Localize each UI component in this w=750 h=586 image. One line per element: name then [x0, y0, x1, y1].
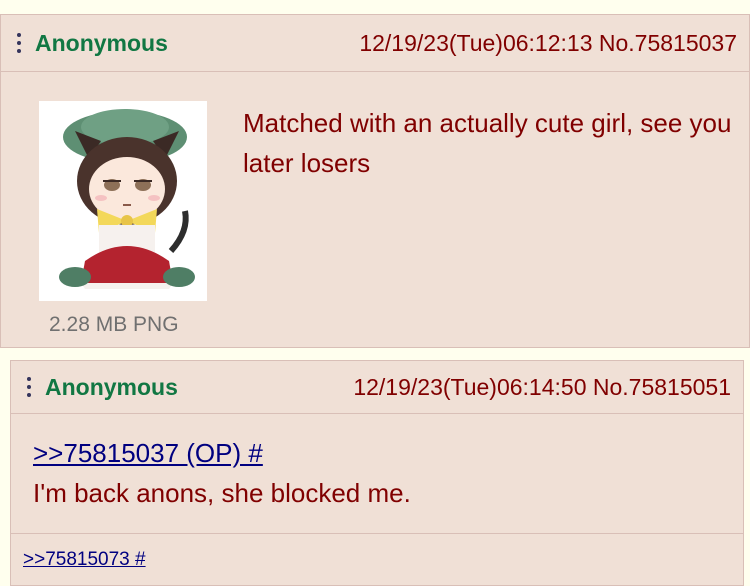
- file-info: 2.28 MB PNG: [49, 313, 179, 336]
- poster-name: Anonymous: [45, 373, 178, 400]
- post-header: Anonymous 12/19/23(Tue)06:12:13 No.75815…: [1, 15, 749, 72]
- post-datetime: 12/19/23(Tue)06:14:50: [353, 373, 587, 400]
- backlinks: >>75815073 #: [11, 533, 743, 585]
- backlink[interactable]: >>75815073 #: [23, 549, 146, 571]
- post-meta: 12/19/23(Tue)06:14:50 No.75815051: [353, 374, 731, 401]
- post-number[interactable]: No.75815037: [599, 30, 737, 56]
- post-thumbnail-image[interactable]: [39, 101, 207, 301]
- op-post: Anonymous 12/19/23(Tue)06:12:13 No.75815…: [0, 14, 750, 348]
- post-number[interactable]: No.75815051: [593, 374, 731, 400]
- chibi-cat-girl-illustration: [59, 109, 195, 289]
- poster-name: Anonymous: [35, 29, 168, 56]
- post-meta: 12/19/23(Tue)06:12:13 No.75815037: [359, 30, 737, 57]
- reply-post: Anonymous 12/19/23(Tue)06:14:50 No.75815…: [10, 360, 744, 586]
- post-message: I'm back anons, she blocked me.: [33, 478, 411, 508]
- vertical-dots-icon[interactable]: [17, 33, 21, 53]
- quote-link-op[interactable]: >>75815037 (OP) #: [33, 438, 263, 468]
- post-datetime: 12/19/23(Tue)06:12:13: [359, 29, 593, 56]
- post-message: Matched with an actually cute girl, see …: [243, 108, 732, 178]
- post-header: Anonymous 12/19/23(Tue)06:14:50 No.75815…: [11, 361, 743, 414]
- vertical-dots-icon[interactable]: [27, 377, 31, 397]
